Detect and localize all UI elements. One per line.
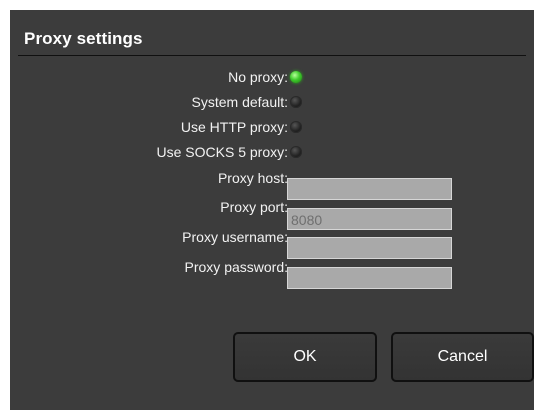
ok-button[interactable]: OK [233,332,377,382]
socks5-proxy-label: Use SOCKS 5 proxy: [156,144,289,160]
proxy-username-input[interactable] [287,237,452,259]
system-default-radio[interactable] [290,96,302,108]
no-proxy-label: No proxy: [228,69,288,85]
proxy-password-label: Proxy password: [184,259,288,275]
proxy-settings-dialog: Proxy settings No proxy: System default:… [10,10,534,410]
proxy-port-input[interactable] [287,208,452,230]
http-proxy-radio[interactable] [290,121,302,133]
dialog-title: Proxy settings [24,29,143,48]
cancel-button[interactable]: Cancel [391,332,534,382]
socks5-proxy-radio[interactable] [290,146,302,158]
system-default-label: System default: [191,94,289,110]
proxy-password-input[interactable] [287,267,452,289]
title-divider [18,55,526,56]
proxy-host-label: Proxy host: [217,170,288,186]
proxy-host-input[interactable] [287,178,452,200]
proxy-port-label: Proxy port: [220,199,288,215]
proxy-username-label: Proxy username: [182,229,288,245]
http-proxy-label: Use HTTP proxy: [180,119,288,135]
no-proxy-radio[interactable] [290,71,302,83]
